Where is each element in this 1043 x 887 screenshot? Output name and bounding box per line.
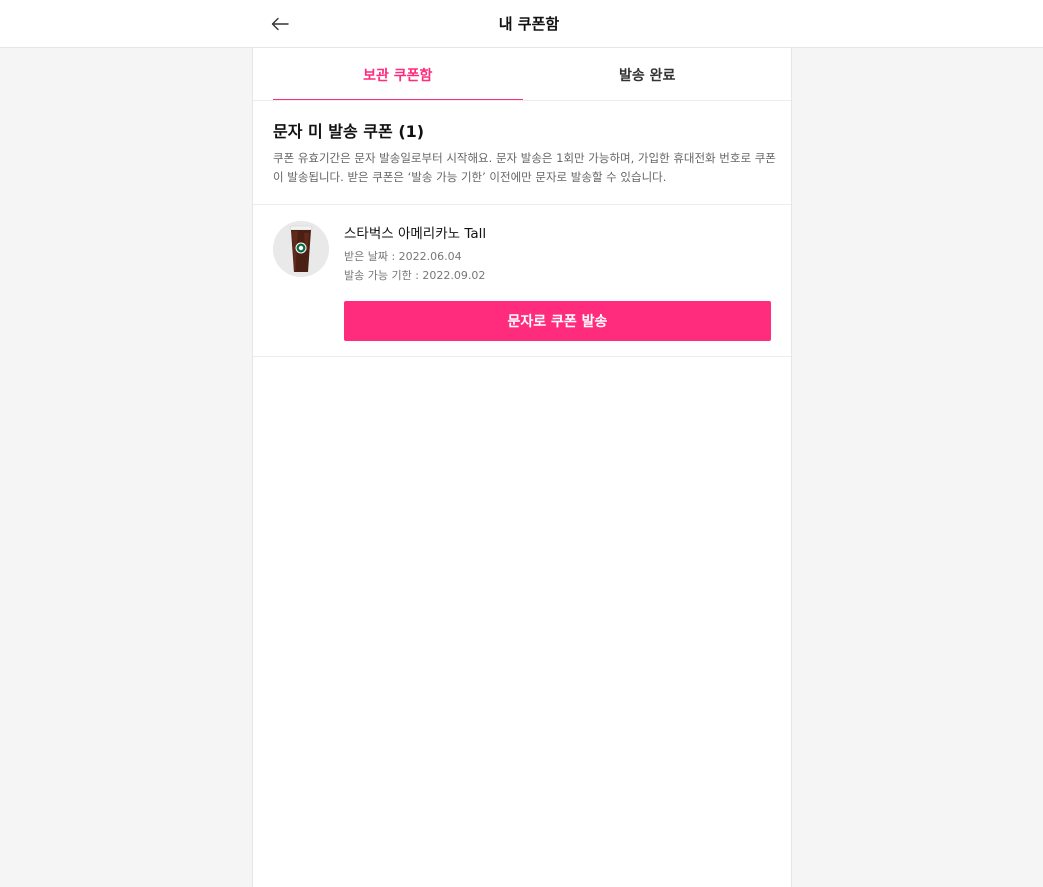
coupon-tabs: 보관 쿠폰함 발송 완료 [273, 48, 772, 101]
coupon-panel: 보관 쿠폰함 발송 완료 문자 미 발송 쿠폰 (1) 쿠폰 유효기간은 문자 … [252, 48, 792, 887]
top-bar: 내 쿠폰함 [0, 0, 1043, 48]
tabs-divider [253, 100, 791, 101]
section-title: 문자 미 발송 쿠폰 (1) [273, 122, 425, 141]
section-description: 쿠폰 유효기간은 문자 발송일로부터 시작해요. 문자 발송은 1회만 가능하며… [273, 151, 776, 184]
coupon-image [273, 221, 329, 277]
coupon-item: 스타벅스 아메리카노 Tall 받은 날짜 : 2022.06.04 발송 가능… [253, 205, 791, 357]
coupon-name: 스타벅스 아메리카노 Tall [344, 226, 487, 242]
send-coupon-by-sms-button[interactable]: 문자로 쿠폰 발송 [344, 301, 771, 341]
coupon-received-date: 받은 날짜 : 2022.06.04 [344, 250, 462, 263]
page-title: 내 쿠폰함 [498, 15, 560, 33]
iced-americano-cup-image [273, 221, 329, 277]
tab-stored-coupons[interactable]: 보관 쿠폰함 [273, 48, 523, 101]
tab-sent-complete[interactable]: 발송 완료 [523, 48, 773, 101]
coupon-send-deadline: 발송 가능 기한 : 2022.09.02 [344, 269, 486, 282]
